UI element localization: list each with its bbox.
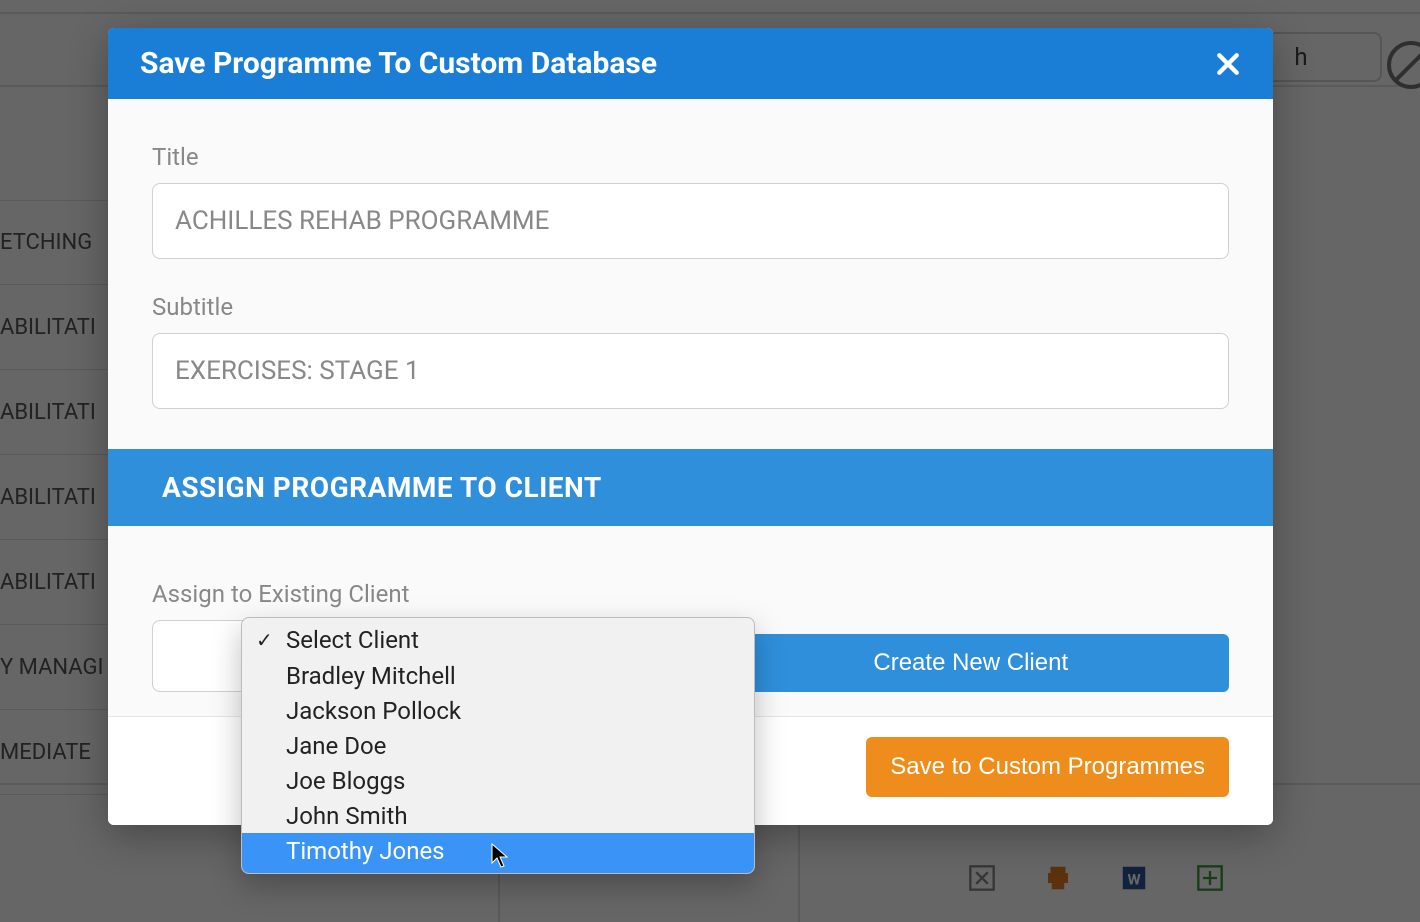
client-select-dropdown[interactable]: ✓ Select Client Bradley Mitchell Jackson Po… <box>241 617 755 874</box>
save-to-custom-button[interactable]: Save to Custom Programmes <box>866 737 1229 797</box>
client-option-label: Jane Doe <box>286 732 386 760</box>
title-label: Title <box>152 143 1229 171</box>
close-icon[interactable] <box>1215 51 1241 77</box>
client-option[interactable]: Bradley Mitchell <box>242 658 754 693</box>
save-button-label: Save to Custom Programmes <box>890 753 1205 780</box>
create-new-client-label: Create New Client <box>873 649 1068 677</box>
create-new-client-button[interactable]: Create New Client <box>713 634 1230 692</box>
subtitle-input[interactable]: EXERCISES: STAGE 1 <box>152 333 1229 409</box>
check-icon: ✓ <box>256 628 273 652</box>
client-option-label: Jackson Pollock <box>286 697 461 725</box>
title-input[interactable]: ACHILLES REHAB PROGRAMME <box>152 183 1229 259</box>
client-option[interactable]: Timothy Jones <box>242 833 754 873</box>
client-option[interactable]: ✓ Select Client <box>242 618 754 658</box>
client-option-label: Joe Bloggs <box>286 767 405 795</box>
modal-body: Title ACHILLES REHAB PROGRAMME Subtitle … <box>108 99 1273 449</box>
subtitle-input-value: EXERCISES: STAGE 1 <box>175 356 420 386</box>
client-option-label: Select Client <box>286 626 419 654</box>
modal-header: Save Programme To Custom Database <box>108 28 1273 99</box>
client-option-label: John Smith <box>286 802 408 830</box>
modal-title: Save Programme To Custom Database <box>140 46 657 81</box>
client-option[interactable]: Jane Doe <box>242 728 754 763</box>
assign-label: Assign to Existing Client <box>152 580 669 608</box>
subtitle-label: Subtitle <box>152 293 1229 321</box>
client-option-label: Timothy Jones <box>286 837 445 865</box>
client-option[interactable]: Jackson Pollock <box>242 693 754 728</box>
title-input-value: ACHILLES REHAB PROGRAMME <box>175 206 549 236</box>
client-option-label: Bradley Mitchell <box>286 662 456 690</box>
client-option[interactable]: John Smith <box>242 798 754 833</box>
client-option[interactable]: Joe Bloggs <box>242 763 754 798</box>
assign-section-heading: ASSIGN PROGRAMME TO CLIENT <box>108 449 1273 526</box>
assign-new-col: Create New Client <box>713 634 1230 692</box>
